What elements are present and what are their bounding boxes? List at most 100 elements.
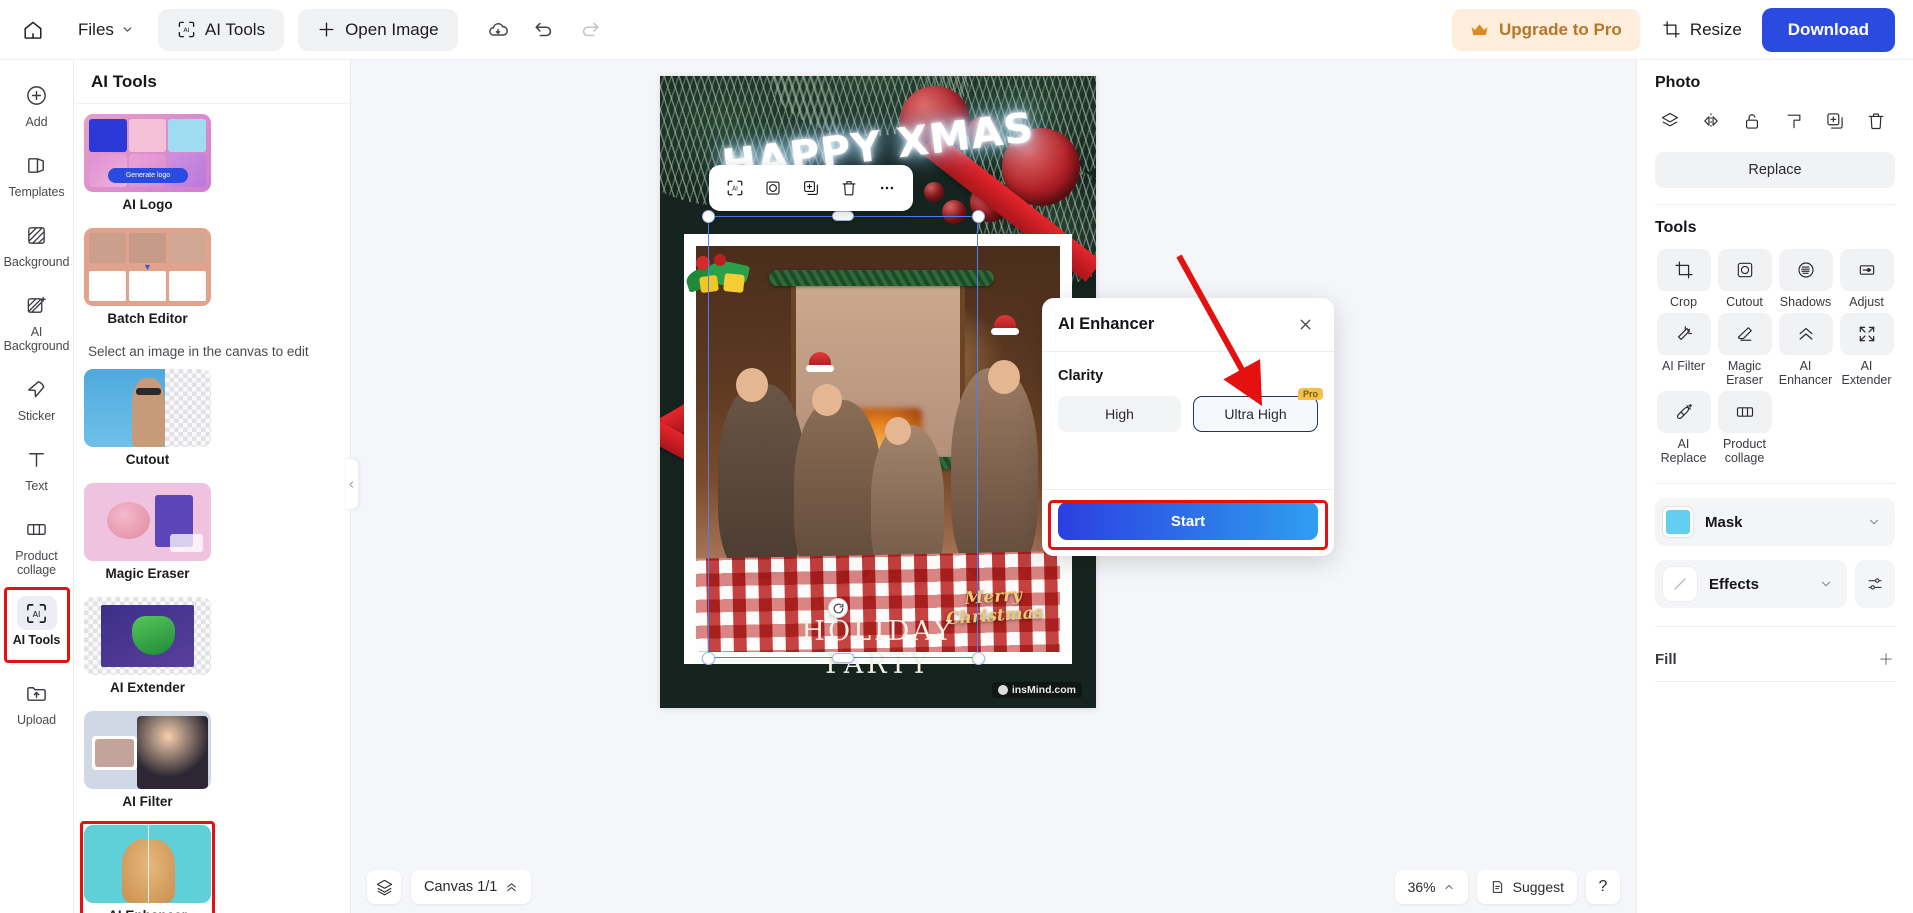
tool-card-ai-filter[interactable]: AI Filter	[84, 711, 211, 817]
ai-extender-thumb	[84, 597, 211, 675]
replace-button[interactable]: Replace	[1655, 152, 1895, 188]
tool-ai-extender[interactable]: AI Extender	[1838, 313, 1895, 387]
sidebar-label: Background	[3, 255, 70, 269]
tool-ai-enhancer[interactable]: AI Enhancer	[1777, 313, 1834, 387]
selection-handle-tr[interactable]	[972, 210, 985, 223]
selection-handle-bottom[interactable]	[832, 653, 854, 663]
panel-title: AI Tools	[74, 60, 350, 104]
tools-grid: Crop Cutout Shadows Adjust AI Filter Mag…	[1655, 249, 1895, 465]
top-toolbar: Files AI AI Tools Open Image Upgrade to …	[0, 0, 1913, 60]
close-icon[interactable]	[1292, 312, 1318, 338]
zoom-control[interactable]: 36%	[1394, 870, 1468, 904]
tool-product-collage[interactable]: Product collage	[1716, 391, 1773, 465]
more-icon[interactable]	[871, 172, 903, 204]
hatch-sparkle-icon	[17, 288, 57, 322]
selection-handle-bl[interactable]	[702, 652, 715, 665]
trash-icon[interactable]	[833, 172, 865, 204]
photo-section-title: Photo	[1655, 74, 1701, 91]
tool-crop[interactable]: Crop	[1655, 249, 1712, 309]
left-rail: Add Templates Background AI Background S	[0, 60, 74, 913]
sidebar-item-product-collage[interactable]: Product collage	[6, 508, 68, 580]
clarity-option-high[interactable]: High	[1058, 396, 1181, 432]
tool-card-label: AI Extender	[109, 680, 186, 695]
files-menu-button[interactable]: Files	[68, 13, 144, 47]
sidebar-item-text[interactable]: Text	[6, 438, 68, 496]
tool-ai-filter[interactable]: AI Filter	[1655, 313, 1712, 387]
suggest-label: Suggest	[1512, 879, 1564, 895]
duplicate-icon[interactable]	[795, 172, 827, 204]
tool-adjust[interactable]: Adjust	[1838, 249, 1895, 309]
tool-card-magic-eraser[interactable]: Magic Eraser	[84, 483, 211, 589]
cloud-sync-icon[interactable]	[480, 12, 516, 48]
suggest-button[interactable]: Suggest	[1476, 870, 1577, 904]
selection-handle-br[interactable]	[972, 652, 985, 665]
sidebar-item-add[interactable]: Add	[6, 74, 68, 132]
tool-card-batch-editor[interactable]: ▼ Batch Editor	[84, 228, 211, 334]
canvas-selector[interactable]: Canvas 1/1	[411, 870, 532, 904]
crop-shape-icon[interactable]	[1779, 106, 1809, 136]
tool-cutout[interactable]: Cutout	[1716, 249, 1773, 309]
tool-ai-replace[interactable]: AI Replace	[1655, 391, 1712, 465]
tool-card-label: Magic Eraser	[105, 566, 190, 581]
sidebar-item-background[interactable]: Background	[3, 214, 70, 272]
start-button[interactable]: Start	[1058, 502, 1318, 540]
effects-card[interactable]: Effects	[1655, 560, 1847, 608]
selection-handle-tl[interactable]	[702, 210, 715, 223]
home-icon[interactable]	[16, 13, 50, 47]
sidebar-item-upload[interactable]: Upload	[6, 672, 68, 730]
sidebar-item-ai-tools[interactable]: AI AI Tools	[3, 587, 70, 663]
tool-card-cutout[interactable]: Cutout	[84, 369, 211, 475]
cutout-icon[interactable]	[757, 172, 789, 204]
resize-label: Resize	[1689, 19, 1742, 39]
tool-card-ai-enhancer[interactable]: AI Enhancer	[80, 821, 215, 913]
eraser-icon	[1717, 313, 1772, 355]
help-button[interactable]: ?	[1586, 870, 1620, 904]
sidebar-item-ai-background[interactable]: AI Background	[4, 284, 69, 356]
sliders-icon[interactable]	[1855, 560, 1895, 608]
ai-tools-button[interactable]: AI AI Tools	[157, 8, 285, 51]
download-button[interactable]: Download	[1761, 7, 1895, 52]
tool-label: Magic Eraser	[1726, 359, 1763, 387]
layers-icon[interactable]	[367, 870, 401, 904]
redo-icon[interactable]	[572, 12, 608, 48]
rotate-icon[interactable]	[828, 598, 848, 618]
tool-card-label: Cutout	[125, 452, 170, 467]
popup-footer: Start	[1042, 489, 1334, 556]
ai-logo-thumb: Generate logo	[84, 114, 211, 192]
tool-magic-eraser[interactable]: Magic Eraser	[1716, 313, 1773, 387]
panel-collapse-handle[interactable]	[345, 458, 359, 510]
upgrade-to-pro-button[interactable]: Upgrade to Pro	[1452, 8, 1640, 51]
chevron-down-icon[interactable]	[1867, 515, 1881, 529]
layers-icon[interactable]	[1655, 106, 1685, 136]
resize-button[interactable]: Resize	[1648, 9, 1756, 51]
object-float-toolbar[interactable]: AI	[709, 165, 913, 211]
tool-card-ai-logo[interactable]: Generate logo AI Logo	[84, 114, 211, 220]
ai-frame-icon[interactable]: AI	[719, 172, 751, 204]
help-label: ?	[1598, 878, 1608, 895]
mask-color-swatch[interactable]	[1663, 507, 1693, 537]
tool-card-ai-extender[interactable]: AI Extender	[84, 597, 211, 703]
sidebar-item-templates[interactable]: Templates	[6, 144, 68, 202]
mask-row[interactable]: Mask	[1655, 498, 1895, 546]
adjust-icon	[1839, 249, 1894, 291]
sidebar-item-sticker[interactable]: Sticker	[6, 368, 68, 426]
open-image-button[interactable]: Open Image	[298, 8, 458, 51]
wand-icon	[1656, 313, 1711, 355]
mask-label: Mask	[1705, 513, 1743, 531]
flip-icon[interactable]	[1696, 106, 1726, 136]
canvas-area[interactable]: HAPPY XMAS Merry Christmas HOLIDAY PARTY…	[351, 60, 1636, 913]
trash-icon[interactable]	[1861, 106, 1891, 136]
tool-shadows[interactable]: Shadows	[1777, 249, 1834, 309]
option-label: Ultra High	[1224, 406, 1287, 422]
plus-icon[interactable]	[1877, 650, 1895, 668]
upload-folder-icon	[17, 676, 57, 710]
lock-icon[interactable]	[1737, 106, 1767, 136]
undo-icon[interactable]	[526, 12, 562, 48]
clarity-option-ultra-high[interactable]: Ultra High Pro	[1193, 388, 1323, 432]
chevron-down-icon[interactable]	[1819, 577, 1833, 591]
svg-text:AI: AI	[183, 27, 189, 34]
duplicate-icon[interactable]	[1820, 106, 1850, 136]
cutout-icon	[1717, 249, 1772, 291]
holly-decor	[682, 252, 760, 314]
selection-handle-top[interactable]	[832, 211, 854, 221]
